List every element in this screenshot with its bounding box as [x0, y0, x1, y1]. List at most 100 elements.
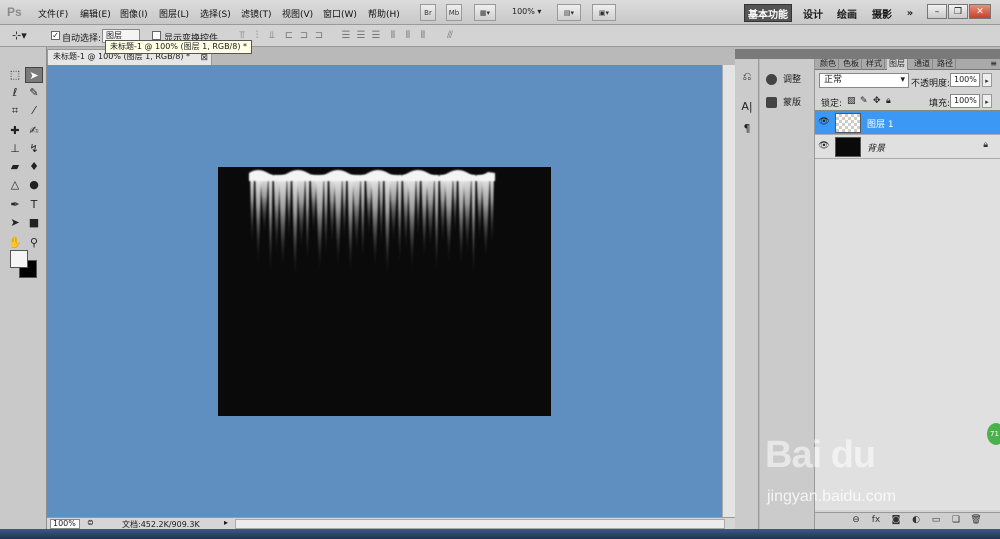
tab-layers[interactable]: 图层 [887, 59, 908, 70]
status-zoom-field[interactable]: 100% [50, 519, 80, 529]
fill-slider-arrow-icon[interactable]: ▸ [982, 94, 992, 108]
brush-tool-icon[interactable]: ✍ [25, 123, 43, 139]
hand-tool-icon[interactable]: ✋ [6, 235, 24, 251]
paragraph-panel-icon[interactable]: ¶ [739, 121, 755, 137]
notification-badge[interactable]: 71 [987, 423, 1000, 445]
lock-all-icon[interactable]: 🔒︎ [886, 96, 891, 106]
distribute-right-icon[interactable]: ⦀ [417, 30, 429, 42]
blend-mode-select[interactable]: 正常 [819, 73, 909, 88]
menu-view[interactable]: 视图(V) [282, 7, 313, 20]
tab-swatches[interactable]: 色板 [841, 59, 862, 70]
layer-row[interactable]: 👁︎ 图层 1 [815, 111, 1000, 135]
tab-channels[interactable]: 通道 [912, 59, 933, 70]
shape-tool-icon[interactable]: ■ [25, 215, 43, 231]
document-canvas[interactable] [218, 167, 551, 416]
visibility-eye-icon[interactable]: 👁︎ [818, 141, 830, 153]
layer-row[interactable]: 👁︎ 背景 🔒︎ [815, 135, 1000, 159]
menu-help[interactable]: 帮助(H) [368, 7, 400, 20]
auto-align-icon[interactable]: ⫻ [444, 30, 456, 42]
tab-color[interactable]: 颜色 [818, 59, 839, 70]
tab-paths[interactable]: 路径 [935, 59, 956, 70]
opacity-slider-arrow-icon[interactable]: ▸ [982, 73, 992, 87]
screen-mode-icon[interactable]: ▣▾ [592, 4, 616, 21]
distribute-bottom-icon[interactable]: ☰ [370, 30, 382, 42]
align-vcenter-icon[interactable]: ⫶ [251, 30, 263, 42]
workspace-painting[interactable]: 绘画 [834, 4, 860, 22]
layer-style-icon[interactable]: fx [869, 515, 883, 527]
mini-bridge-button[interactable]: Mb [446, 4, 462, 21]
menu-filter[interactable]: 滤镜(T) [241, 7, 272, 20]
align-hcenter-icon[interactable]: ⊐ [298, 30, 310, 42]
link-layers-icon[interactable]: ⊖ [849, 515, 863, 527]
bridge-button[interactable]: Br [420, 4, 436, 21]
clone-stamp-tool-icon[interactable]: ⊥ [6, 141, 24, 157]
align-right-icon[interactable]: ⊐ [313, 30, 325, 42]
zoom-level-select[interactable]: 100% ▾ [512, 7, 541, 16]
workspace-design[interactable]: 设计 [800, 4, 826, 22]
status-menu-arrow-icon[interactable]: ▸ [224, 518, 228, 527]
masks-tab[interactable]: 蒙版 [766, 95, 801, 108]
eyedropper-tool-icon[interactable]: ⁄ [25, 103, 43, 119]
lock-image-icon[interactable]: ✎ [860, 96, 868, 106]
dodge-tool-icon[interactable]: ● [25, 177, 43, 193]
maximize-icon[interactable]: ❐ [948, 4, 968, 19]
adjustments-tab[interactable]: 调整 [766, 72, 801, 85]
tab-styles[interactable]: 样式 [864, 59, 885, 70]
auto-select-checkbox[interactable]: ✓ [51, 31, 60, 40]
delete-layer-icon[interactable]: 🗑︎ [969, 515, 983, 527]
menu-select[interactable]: 选择(S) [200, 7, 231, 20]
distribute-vcenter-icon[interactable]: ☰ [355, 30, 367, 42]
more-workspaces-button[interactable]: » [901, 4, 919, 22]
vertical-scrollbar[interactable] [722, 65, 735, 517]
canvas-area[interactable] [47, 65, 722, 517]
eraser-tool-icon[interactable]: ▰ [6, 159, 24, 175]
dock-collapse-bar[interactable] [735, 49, 1000, 59]
adjustment-layer-icon[interactable]: ◐ [909, 515, 923, 527]
new-layer-icon[interactable]: ❏ [949, 515, 963, 527]
lock-transparent-icon[interactable]: ▨ [847, 96, 856, 106]
pen-tool-icon[interactable]: ✒ [6, 197, 24, 213]
paint-bucket-tool-icon[interactable]: ♦ [25, 159, 43, 175]
path-select-tool-icon[interactable]: ➤ [6, 215, 24, 231]
show-transform-checkbox[interactable] [152, 31, 161, 40]
fill-field[interactable]: 100% [950, 94, 980, 108]
distribute-hcenter-icon[interactable]: ⦀ [402, 30, 414, 42]
new-group-icon[interactable]: ▭ [929, 515, 943, 527]
menu-file[interactable]: 文件(F) [38, 7, 68, 20]
foreground-color-swatch[interactable] [10, 250, 28, 268]
align-left-icon[interactable]: ⊏ [283, 30, 295, 42]
healing-brush-tool-icon[interactable]: ✚ [6, 123, 24, 139]
history-brush-tool-icon[interactable]: ↯ [25, 141, 43, 157]
menu-image[interactable]: 图像(I) [120, 7, 148, 20]
history-panel-icon[interactable]: ⎌ [739, 69, 755, 85]
extras-icon[interactable]: ▦▾ [474, 4, 496, 21]
type-tool-icon[interactable]: T [25, 197, 43, 213]
arrange-documents-icon[interactable]: ▤▾ [557, 4, 581, 21]
workspace-basic[interactable]: 基本功能 [744, 4, 792, 22]
blur-tool-icon[interactable]: △ [6, 177, 24, 193]
align-bottom-icon[interactable]: ⫫ [266, 30, 278, 42]
horizontal-scrollbar[interactable] [235, 519, 725, 529]
quick-select-tool-icon[interactable]: ✎ [25, 85, 43, 101]
opacity-field[interactable]: 100% [950, 73, 980, 87]
menu-edit[interactable]: 编辑(E) [80, 7, 111, 20]
move-tool-icon[interactable]: ➤ [25, 67, 43, 83]
distribute-top-icon[interactable]: ☰ [340, 30, 352, 42]
crop-tool-icon[interactable]: ⌗ [6, 103, 24, 119]
zoom-tool-icon[interactable]: ⚲ [25, 235, 43, 251]
menu-window[interactable]: 窗口(W) [323, 7, 357, 20]
workspace-photography[interactable]: 摄影 [869, 4, 895, 22]
marquee-tool-icon[interactable]: ⬚ [6, 67, 24, 83]
character-panel-icon[interactable]: A| [739, 99, 755, 115]
menu-layer[interactable]: 图层(L) [159, 7, 189, 20]
panel-menu-icon[interactable]: ≡ [990, 59, 997, 68]
lock-position-icon[interactable]: ✥ [873, 96, 881, 106]
status-info-icon[interactable]: ⊜ [87, 518, 94, 527]
visibility-eye-icon[interactable]: 👁︎ [818, 117, 830, 129]
add-mask-icon[interactable]: ◙ [889, 515, 903, 527]
close-icon[interactable]: ✕ [969, 4, 991, 19]
distribute-left-icon[interactable]: ⦀ [387, 30, 399, 42]
lasso-tool-icon[interactable]: ℓ [6, 85, 24, 101]
minimize-icon[interactable]: – [927, 4, 947, 19]
move-tool-preset-icon[interactable]: ⊹▾ [12, 30, 27, 42]
